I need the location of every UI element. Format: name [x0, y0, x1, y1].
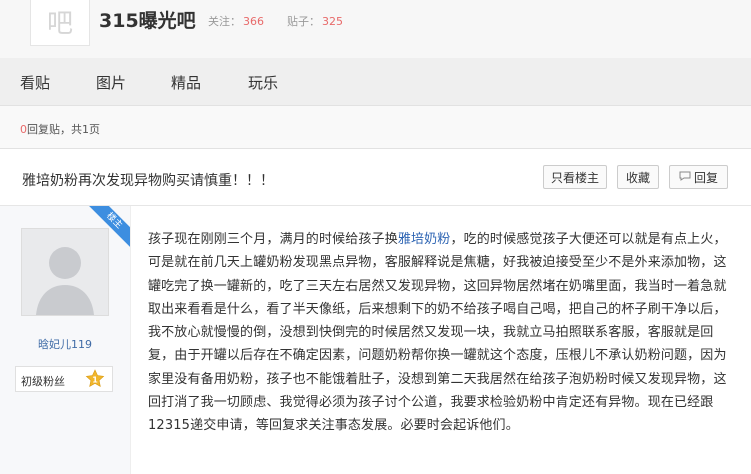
- reply-button-label: 回复: [693, 170, 718, 185]
- reply-count: 0: [20, 123, 27, 136]
- reply-icon: [679, 171, 691, 184]
- posts-count: 325: [322, 15, 343, 28]
- reply-summary: 0回复贴，共1页: [20, 121, 100, 137]
- author-panel: 楼主 晗妃儿119 初级粉丝 1: [0, 206, 131, 474]
- level-number: 1: [92, 376, 98, 385]
- tab-posts[interactable]: 看贴: [20, 72, 50, 93]
- follow-label: 关注：: [208, 15, 241, 28]
- favorite-button[interactable]: 收藏: [617, 165, 659, 189]
- thread-title: 雅培奶粉再次发现异物购买请慎重！！！: [22, 173, 274, 189]
- post: 楼主 晗妃儿119 初级粉丝 1 孩子现在刚刚三个月，满月的时候给孩子换雅培奶粉…: [0, 206, 751, 474]
- forum-stats: 关注： 366 贴子： 325: [208, 13, 343, 29]
- follow-count: 366: [243, 15, 264, 28]
- forum-name[interactable]: 315曝光吧: [99, 6, 196, 33]
- username[interactable]: 晗妃儿119: [0, 336, 130, 352]
- forum-header: 吧 315曝光吧 关注： 366 贴子： 325: [0, 0, 751, 58]
- posts-label: 贴子：: [287, 15, 320, 28]
- tab-fun[interactable]: 玩乐: [248, 72, 278, 93]
- reply-summary-text: 回复贴，共1页: [27, 123, 100, 136]
- default-avatar-icon: [22, 229, 108, 315]
- forum-logo[interactable]: 吧: [30, 0, 90, 46]
- tab-images[interactable]: 图片: [96, 72, 126, 93]
- content-text-start: 孩子现在刚刚三个月，满月的时候给孩子换: [148, 232, 398, 247]
- product-link[interactable]: 雅培奶粉: [398, 232, 451, 247]
- thread-info-bar: 0回复贴，共1页: [0, 106, 751, 149]
- forum-nav: 看贴 图片 精品 玩乐: [0, 58, 751, 106]
- thread-title-bar: 雅培奶粉再次发现异物购买请慎重！！！ 只看楼主 收藏 回复: [0, 149, 751, 206]
- fan-level-badge[interactable]: 初级粉丝 1: [15, 366, 113, 392]
- avatar[interactable]: [21, 228, 109, 316]
- reply-button[interactable]: 回复: [669, 165, 728, 189]
- only-owner-button[interactable]: 只看楼主: [543, 165, 607, 189]
- content-text-rest: ，吃的时候感觉孩子大便还可以就是有点上火，可是就在前几天上罐奶粉发现黑点异物，客…: [148, 232, 727, 434]
- level-star-icon: 1: [85, 369, 105, 389]
- level-label: 初级粉丝: [21, 375, 65, 388]
- tab-featured[interactable]: 精品: [171, 72, 201, 93]
- post-content: 孩子现在刚刚三个月，满月的时候给孩子换雅培奶粉，吃的时候感觉孩子大便还可以就是有…: [148, 228, 728, 438]
